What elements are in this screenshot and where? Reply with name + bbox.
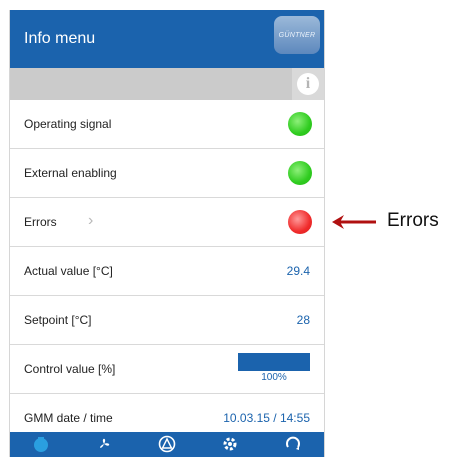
control-value-progress: 100% [238, 353, 310, 383]
arrow-left-icon [332, 215, 376, 229]
settings-icon[interactable] [221, 432, 239, 457]
row-label: Setpoint [°C] [24, 313, 92, 327]
row-value: 29.4 [286, 264, 310, 278]
row-value: 10.03.15 / 14:55 [223, 411, 310, 425]
row-label: External enabling [24, 166, 117, 180]
errors-callout-label: Errors [387, 210, 439, 231]
progress-label: 100% [261, 372, 287, 383]
row-operating-signal: Operating signal [10, 100, 324, 149]
logo-text: GÜNTNER [278, 31, 316, 39]
info-button[interactable]: i [292, 68, 324, 100]
row-label: Actual value [°C] [24, 264, 113, 278]
page-title: Info menu [24, 30, 96, 47]
guntner-logo: GÜNTNER [274, 16, 320, 54]
chevron-right-icon[interactable]: › [88, 212, 93, 230]
warning-icon[interactable] [158, 432, 176, 457]
status-led-green [288, 112, 312, 136]
row-actual-value: Actual value [°C] 29.4 [10, 247, 324, 296]
progress-fill [238, 353, 310, 371]
row-label: Operating signal [24, 117, 112, 131]
row-errors[interactable]: Errors › [10, 198, 324, 247]
status-led-green [288, 161, 312, 185]
row-label: Errors [24, 215, 57, 229]
row-external-enabling: External enabling [10, 149, 324, 198]
refresh-icon[interactable] [284, 432, 302, 457]
row-value: 28 [296, 313, 310, 327]
toolbar: i [10, 68, 324, 100]
row-setpoint: Setpoint [°C] 28 [10, 296, 324, 345]
home-icon[interactable] [32, 432, 50, 457]
fan-icon[interactable] [95, 432, 113, 457]
app-window: Info menu GÜNTNER i Operating signal Ext… [9, 10, 325, 457]
row-label: GMM date / time [24, 411, 113, 425]
row-label: Control value [%] [24, 362, 116, 376]
row-control-value: Control value [%] 100% [10, 345, 324, 394]
status-led-red [288, 210, 312, 234]
info-icon: i [297, 73, 319, 95]
bottom-navbar [10, 432, 324, 457]
header: Info menu GÜNTNER [10, 10, 324, 68]
